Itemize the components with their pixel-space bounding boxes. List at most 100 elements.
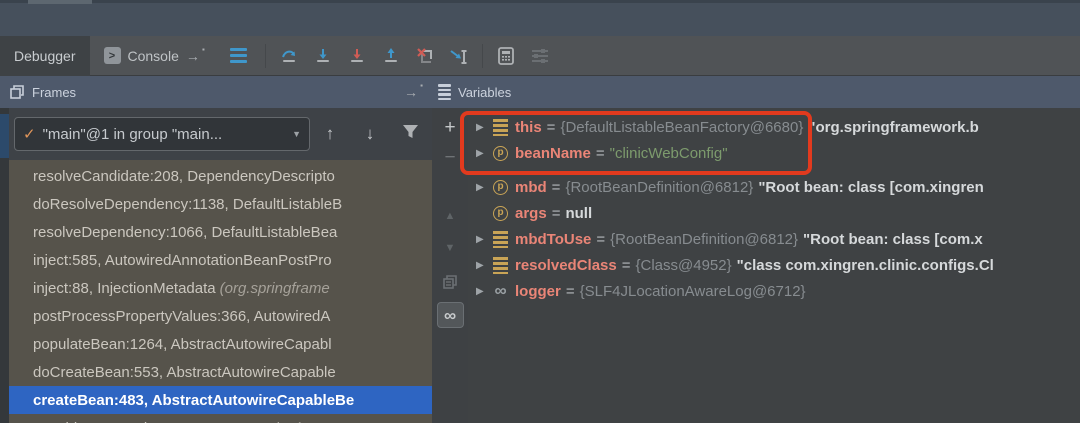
variable-name: args — [515, 204, 547, 222]
frames-icon — [10, 84, 24, 99]
tab-console-label: Console — [127, 47, 179, 64]
equals-sign: = — [551, 178, 561, 196]
expand-arrow-icon[interactable]: ▶ — [476, 182, 493, 193]
window-top-bar — [0, 0, 1080, 36]
show-watches-icon[interactable]: ∞ — [436, 302, 464, 328]
filter-icon[interactable] — [390, 124, 430, 145]
variable-row[interactable]: p args = null — [468, 200, 1080, 226]
parameter-icon: p — [493, 205, 508, 221]
variable-reference: {SLF4JLocationAwareLog@6712} — [579, 282, 806, 300]
stack-frame[interactable]: getObject:306, AbstractBeanFactory$1 (org… — [9, 414, 432, 423]
frame-text: resolveDependency:1066, DefaultListableB… — [33, 223, 338, 241]
variable-reference: {Class@4952} — [635, 256, 732, 274]
variable-name: mbd — [515, 178, 547, 196]
step-over-icon[interactable] — [272, 40, 306, 72]
frames-header: Frames → ▪ — [0, 76, 432, 108]
panel-headers: Frames → ▪ Variables — [0, 76, 1080, 108]
frame-package: (org.springframe — [219, 279, 330, 297]
stack-frame[interactable]: doResolveDependency:1138, DefaultListabl… — [9, 190, 432, 218]
run-to-cursor-icon[interactable] — [442, 40, 476, 72]
variables-title: Variables — [458, 84, 512, 100]
layout-settings-icon[interactable] — [523, 40, 557, 72]
add-watch-icon[interactable]: + — [437, 116, 463, 140]
variable-row[interactable]: ▶ this = {DefaultListableBeanFactory@6680} "… — [468, 114, 1080, 140]
frame-text: createBean:483, AbstractAutowireCapableB… — [33, 391, 355, 409]
stack-frame[interactable]: resolveDependency:1066, DefaultListableB… — [9, 218, 432, 246]
threads-menu-icon[interactable] — [229, 48, 247, 63]
equals-sign: = — [595, 144, 605, 162]
variable-name: resolvedClass — [515, 256, 617, 274]
equals-sign: = — [546, 118, 556, 136]
frame-text: doCreateBean:553, AbstractAutowireCapabl… — [33, 363, 336, 381]
step-into-icon[interactable] — [306, 40, 340, 72]
logger-icon: ∞ — [494, 281, 507, 300]
frames-title: Frames — [32, 84, 77, 100]
frame-text: resolveCandidate:208, DependencyDescript… — [33, 167, 335, 185]
variable-value: null — [565, 204, 593, 222]
stack-frame[interactable]: populateBean:1264, AbstractAutowireCapab… — [9, 330, 432, 358]
debugger-main: ✓ "main"@1 in group "main... ▼ ↑ ↓ resol… — [0, 108, 1080, 423]
equals-sign: = — [551, 204, 561, 222]
variable-row[interactable]: ▶ resolvedClass = {Class@4952} "class com.xi… — [468, 252, 1080, 278]
variable-name: this — [515, 118, 542, 136]
force-step-into-icon[interactable] — [340, 40, 374, 72]
remove-watch-icon[interactable]: − — [437, 146, 463, 170]
equals-sign: = — [596, 230, 606, 248]
gutter-highlight — [0, 114, 9, 158]
pin-icon[interactable]: → ▪ — [404, 82, 423, 101]
stack-frame[interactable]: doCreateBean:553, AbstractAutowireCapabl… — [9, 358, 432, 386]
frame-package: (org.s — [295, 420, 333, 423]
variables-tree: ▶ this = {DefaultListableBeanFactory@6680} "… — [468, 108, 1080, 423]
step-out-icon[interactable] — [374, 40, 408, 72]
parameter-icon: p — [493, 145, 508, 161]
stack-frame[interactable]: inject:88, InjectionMetadata (org.springf… — [9, 274, 432, 302]
editor-tab-remnant — [28, 0, 92, 4]
expand-arrow-icon[interactable]: ▶ — [476, 286, 493, 297]
frame-text: inject:585, AutowiredAnnotationBeanPostP… — [33, 251, 332, 269]
stack-frames-list: resolveCandidate:208, DependencyDescript… — [9, 160, 432, 423]
console-icon: > — [103, 47, 121, 64]
expand-arrow-icon[interactable]: ▶ — [476, 122, 493, 133]
frame-up-icon[interactable]: ↑ — [310, 124, 350, 144]
tab-console[interactable]: > Console → ▪ — [90, 36, 218, 76]
expand-arrow-icon[interactable]: ▶ — [476, 260, 493, 271]
variable-row[interactable]: ▶ p beanName = "clinicWebConfig" — [468, 140, 1080, 166]
drop-frame-icon[interactable] — [408, 40, 442, 72]
variable-value: "org.springframework.b — [808, 118, 979, 136]
variable-reference: {RootBeanDefinition@6812} — [565, 178, 754, 196]
equals-sign: = — [565, 282, 575, 300]
variables-panel: + − ▲ ▼ ∞ ▶ this = {DefaultListableBeanFact… — [432, 108, 1080, 423]
value-icon — [493, 256, 508, 274]
variable-value: "class com.xingren.clinic.configs.Cl — [736, 256, 994, 274]
expand-arrow-icon[interactable]: ▶ — [476, 148, 493, 159]
frame-text: inject:88, InjectionMetadata — [33, 279, 216, 297]
stack-frame[interactable]: createBean:483, AbstractAutowireCapableB… — [9, 386, 432, 414]
evaluate-expression-icon[interactable] — [489, 40, 523, 72]
expand-arrow-icon[interactable]: ▶ — [476, 234, 493, 245]
variable-name: logger — [515, 282, 561, 300]
value-icon — [493, 118, 508, 136]
frame-text: doResolveDependency:1138, DefaultListabl… — [33, 195, 343, 213]
variable-value: "Root bean: class [com.x — [803, 230, 983, 248]
variable-row[interactable]: ▶ mbdToUse = {RootBeanDefinition@6812} "Root… — [468, 226, 1080, 252]
chevron-down-icon: ▼ — [292, 129, 301, 139]
variables-header: Variables — [432, 76, 1080, 108]
thread-selector-row: ✓ "main"@1 in group "main... ▼ ↑ ↓ — [9, 108, 432, 160]
duplicate-watch-icon[interactable] — [437, 270, 463, 294]
stack-frame[interactable]: resolveCandidate:208, DependencyDescript… — [9, 162, 432, 190]
frames-panel: ✓ "main"@1 in group "main... ▼ ↑ ↓ resol… — [9, 108, 432, 423]
frame-down-icon[interactable]: ↓ — [350, 124, 390, 144]
variable-reference: {DefaultListableBeanFactory@6680} — [560, 118, 804, 136]
variable-row[interactable]: ▶ ∞ logger = {SLF4JLocationAwareLog@6712} — [468, 278, 1080, 304]
move-watch-up-icon[interactable]: ▲ — [437, 204, 463, 228]
value-icon — [493, 230, 508, 248]
tab-debugger[interactable]: Debugger — [0, 35, 90, 76]
stack-frame[interactable]: inject:585, AutowiredAnnotationBeanPostP… — [9, 246, 432, 274]
pin-icon[interactable]: → ▪ — [186, 45, 205, 64]
thread-dropdown[interactable]: ✓ "main"@1 in group "main... ▼ — [14, 117, 310, 151]
move-watch-down-icon[interactable]: ▼ — [437, 236, 463, 260]
left-gutter — [0, 108, 9, 423]
variable-row[interactable]: ▶ p mbd = {RootBeanDefinition@6812} "Root bea… — [468, 174, 1080, 200]
stack-frame[interactable]: postProcessPropertyValues:366, Autowired… — [9, 302, 432, 330]
thread-status-icon: ✓ — [23, 126, 36, 143]
